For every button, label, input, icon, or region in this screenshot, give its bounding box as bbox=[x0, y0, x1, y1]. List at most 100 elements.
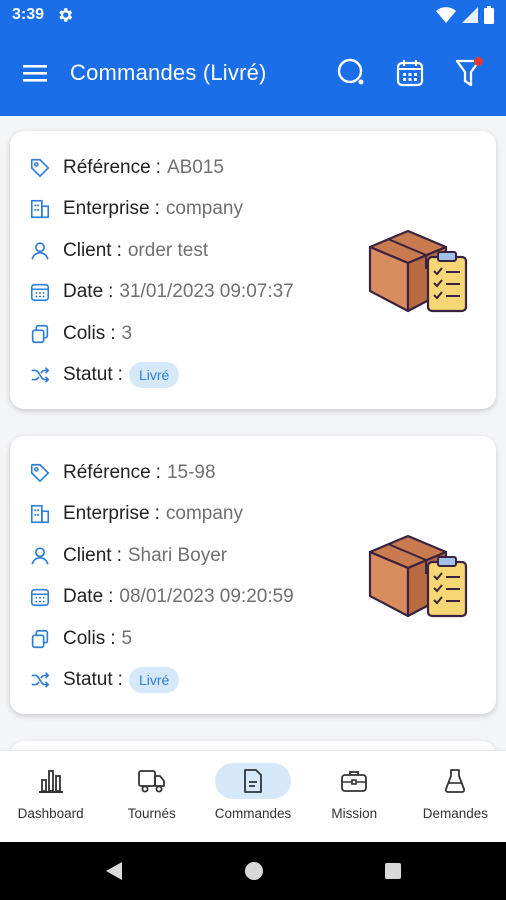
hamburger-menu-icon bbox=[23, 65, 47, 82]
statut-row: Statut : Livré bbox=[28, 355, 478, 397]
client-label: Client bbox=[63, 544, 112, 566]
order-list[interactable]: Référence : AB015 Enterprise : company C… bbox=[0, 116, 506, 750]
reference-row: Référence : AB015 bbox=[28, 147, 478, 189]
recents-icon[interactable] bbox=[384, 862, 402, 880]
separator: : bbox=[110, 322, 116, 344]
settings-gear-icon bbox=[59, 8, 73, 22]
client-label: Client bbox=[63, 239, 112, 261]
reference-label: Référence bbox=[63, 156, 151, 178]
building-icon bbox=[28, 197, 52, 221]
separator: : bbox=[110, 627, 116, 649]
status-icons bbox=[436, 6, 494, 24]
separator: : bbox=[154, 198, 160, 220]
separator: : bbox=[154, 503, 160, 525]
statut-row: Statut : Livré bbox=[28, 660, 478, 702]
colis-value: 5 bbox=[121, 627, 133, 649]
search-icon bbox=[337, 58, 364, 85]
date-label: Date bbox=[63, 281, 104, 303]
truck-icon bbox=[137, 770, 165, 793]
nav-label: Tournés bbox=[127, 806, 176, 821]
user-icon bbox=[28, 544, 52, 568]
order-card[interactable]: Référence : 15-98 Enterprise : company C… bbox=[10, 436, 496, 714]
order-card[interactable]: Référence : AB015 Enterprise : company C… bbox=[10, 131, 496, 409]
page-title: Commandes (Livré) bbox=[70, 60, 267, 85]
briefcase-icon bbox=[341, 771, 368, 792]
flask-icon bbox=[445, 769, 466, 793]
user-icon bbox=[28, 239, 52, 263]
nav-pill bbox=[114, 763, 190, 799]
home-icon[interactable] bbox=[244, 861, 264, 881]
nav-label: Dashboard bbox=[17, 806, 84, 821]
enterprise-value: company bbox=[165, 503, 243, 525]
nav-dashboard[interactable]: Dashboard bbox=[0, 751, 101, 842]
document-icon bbox=[244, 769, 262, 793]
client-value: order test bbox=[127, 239, 209, 261]
nav-commandes[interactable]: Commandes bbox=[202, 751, 303, 842]
bottom-navigation: Dashboard Tournés Commandes Mission Dema… bbox=[0, 750, 506, 842]
separator: : bbox=[108, 281, 114, 303]
filter-button[interactable] bbox=[450, 55, 486, 91]
separator: : bbox=[116, 239, 122, 261]
reference-value: AB015 bbox=[166, 156, 224, 178]
nav-pill bbox=[215, 763, 291, 799]
order-card-partial[interactable] bbox=[10, 741, 496, 750]
bar-chart-icon bbox=[38, 770, 63, 793]
status-time: 3:39 bbox=[12, 6, 45, 23]
separator: : bbox=[116, 544, 122, 566]
colis-value: 3 bbox=[121, 322, 133, 344]
menu-button[interactable] bbox=[20, 58, 50, 88]
system-navigation-bar bbox=[0, 842, 506, 900]
nav-pill bbox=[316, 763, 392, 799]
separator: : bbox=[117, 669, 123, 691]
statut-label: Statut bbox=[63, 669, 113, 691]
copy-icon bbox=[28, 627, 52, 651]
filter-notification-dot bbox=[474, 57, 483, 66]
date-label: Date bbox=[63, 586, 104, 608]
nav-label: Demandes bbox=[422, 806, 489, 821]
copy-icon bbox=[28, 322, 52, 346]
date-value: 08/01/2023 09:20:59 bbox=[119, 586, 294, 608]
status-bar: 3:39 bbox=[0, 0, 506, 30]
nav-label: Mission bbox=[331, 806, 378, 821]
reference-row: Référence : 15-98 bbox=[28, 452, 478, 494]
wifi-icon bbox=[436, 7, 456, 23]
nav-pill bbox=[13, 763, 89, 799]
back-icon[interactable] bbox=[104, 860, 124, 882]
enterprise-value: company bbox=[165, 198, 243, 220]
status-badge: Livré bbox=[128, 667, 180, 694]
shuffle-icon bbox=[28, 363, 52, 387]
nav-mission[interactable]: Mission bbox=[304, 751, 405, 842]
calendar-icon bbox=[28, 585, 52, 609]
package-checklist-illustration bbox=[368, 534, 468, 618]
enterprise-label: Enterprise bbox=[63, 503, 150, 525]
nav-pill bbox=[417, 763, 493, 799]
search-button[interactable] bbox=[334, 55, 370, 91]
app-bar: Commandes (Livré) bbox=[0, 30, 506, 116]
signal-icon bbox=[462, 7, 478, 23]
package-checklist-illustration bbox=[368, 229, 468, 313]
shuffle-icon bbox=[28, 668, 52, 692]
nav-label: Commandes bbox=[214, 806, 292, 821]
date-value: 31/01/2023 09:07:37 bbox=[119, 281, 294, 303]
tag-icon bbox=[28, 156, 52, 180]
enterprise-label: Enterprise bbox=[63, 198, 150, 220]
building-icon bbox=[28, 502, 52, 526]
battery-icon bbox=[484, 6, 494, 24]
nav-demandes[interactable]: Demandes bbox=[405, 751, 506, 842]
statut-label: Statut bbox=[63, 364, 113, 386]
separator: : bbox=[108, 586, 114, 608]
reference-label: Référence bbox=[63, 461, 151, 483]
separator: : bbox=[155, 461, 161, 483]
separator: : bbox=[155, 156, 161, 178]
tag-icon bbox=[28, 461, 52, 485]
nav-tournes[interactable]: Tournés bbox=[101, 751, 202, 842]
reference-value: 15-98 bbox=[166, 461, 216, 483]
calendar-button[interactable] bbox=[392, 55, 428, 91]
client-value: Shari Boyer bbox=[127, 544, 228, 566]
calendar-icon bbox=[28, 280, 52, 304]
status-badge: Livré bbox=[128, 362, 180, 389]
separator: : bbox=[117, 364, 123, 386]
calendar-icon bbox=[396, 60, 424, 87]
colis-label: Colis bbox=[63, 627, 106, 649]
colis-label: Colis bbox=[63, 322, 106, 344]
